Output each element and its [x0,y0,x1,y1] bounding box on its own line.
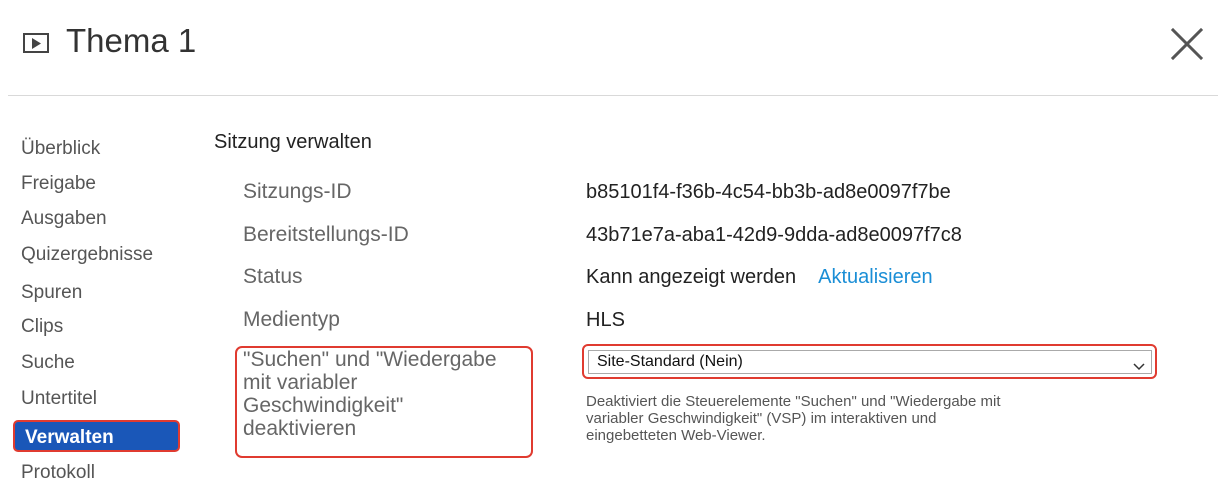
search-vsp-select-highlight: Site-Standard (Nein) [582,344,1157,379]
search-vsp-label: "Suchen" und "Wiedergabe mit variabler G… [235,346,533,458]
search-vsp-label-line: deaktivieren [243,417,357,440]
section-title: Sitzung verwalten [214,131,372,153]
session-id-value: b85101f4-f36b-4c54-bb3b-ad8e0097f7be [586,181,951,203]
help-line: eingebetteten Web-Viewer. [586,427,766,444]
search-vsp-label-line: mit variabler [243,371,358,394]
search-vsp-select[interactable]: Site-Standard (Nein) [588,350,1152,374]
play-box-icon [23,33,49,53]
sidebar-item-quizergebnisse[interactable]: Quizergebnisse [21,243,153,267]
search-vsp-label-line: Geschwindigkeit" [243,394,404,417]
status-value: Kann angezeigt werden [586,266,797,288]
search-vsp-label-line: "Suchen" und "Wiedergabe [243,348,497,371]
sidebar-item-freigabe[interactable]: Freigabe [21,172,96,196]
session-id-label: Sitzungs-ID [243,180,352,203]
dialog-title: Thema 1 [66,22,197,59]
sidebar-item-protokoll[interactable]: Protokoll [21,461,95,485]
help-line: Deaktiviert die Steuerelemente "Suchen" … [586,393,1001,410]
search-vsp-help-text: Deaktiviert die Steuerelemente "Suchen" … [586,393,1146,444]
sidebar-item-ausgaben[interactable]: Ausgaben [21,207,107,231]
refresh-link[interactable]: Aktualisieren [818,266,933,288]
close-icon[interactable] [1168,25,1206,63]
sidebar-item-ueberblick[interactable]: Überblick [21,137,100,161]
media-type-value: HLS [586,309,625,331]
sidebar-item-untertitel[interactable]: Untertitel [21,387,97,411]
sidebar-item-verwalten[interactable]: Verwalten [13,420,180,452]
media-type-label: Medientyp [243,308,340,331]
deployment-id-label: Bereitstellungs-ID [243,223,409,246]
help-line: variabler Geschwindigkeit" (VSP) im inte… [586,410,937,427]
sidebar-item-suche[interactable]: Suche [21,351,75,375]
select-value: Site-Standard (Nein) [597,353,743,370]
chevron-down-icon [1133,356,1145,378]
header-divider [8,95,1218,96]
sidebar-item-spuren[interactable]: Spuren [21,281,82,305]
status-label: Status [243,265,303,288]
sidebar-item-clips[interactable]: Clips [21,315,63,339]
status-row: Kann angezeigt werden Aktualisieren [586,264,933,290]
dialog-header: Thema 1 [0,0,1218,96]
deployment-id-value: 43b71e7a-aba1-42d9-9dda-ad8e0097f7c8 [586,224,962,246]
